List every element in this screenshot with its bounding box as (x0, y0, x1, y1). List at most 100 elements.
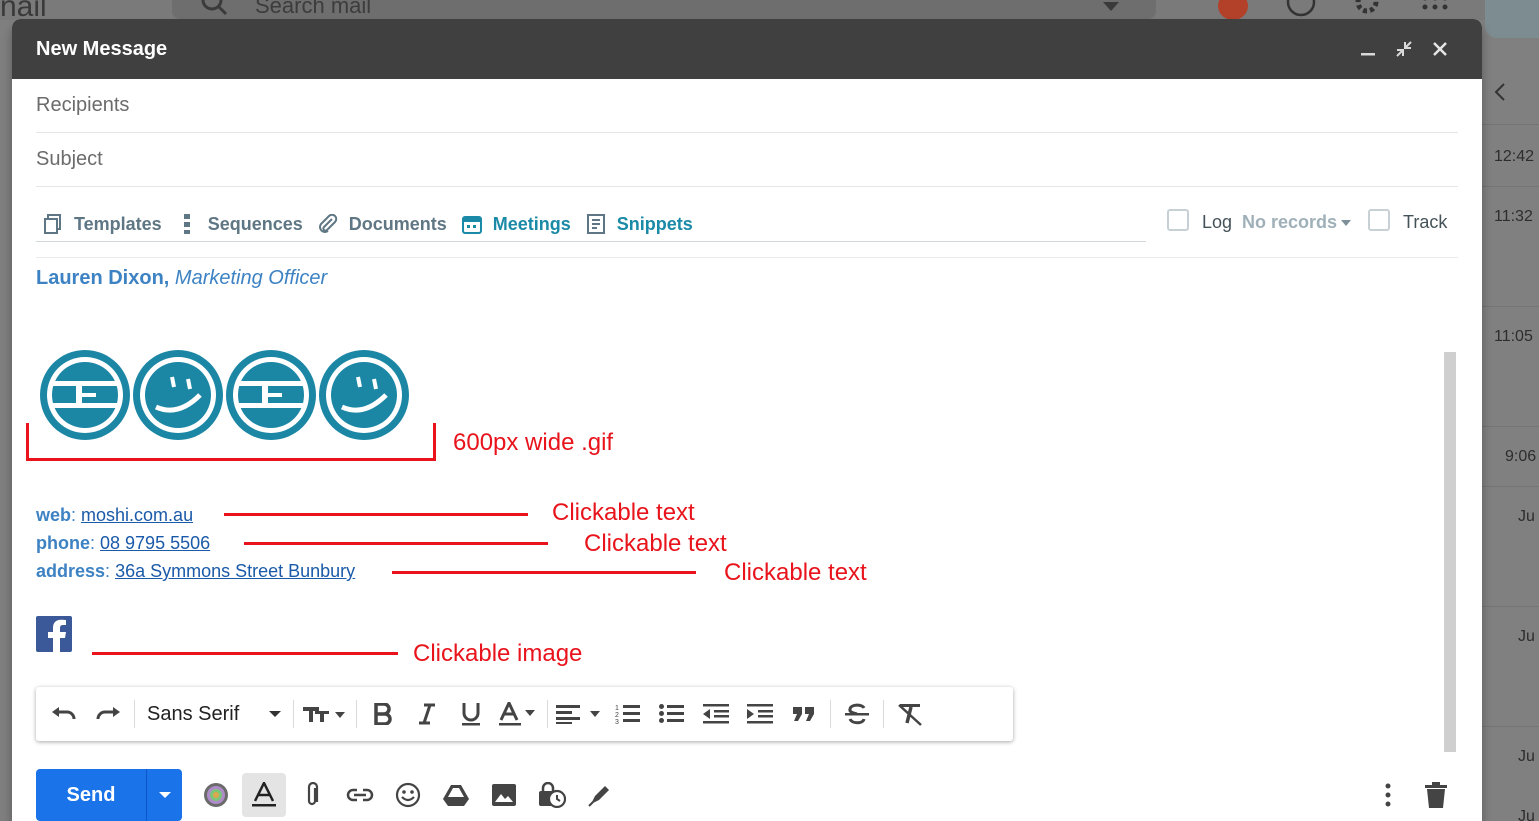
logo-smile-icon (319, 350, 409, 440)
annotation-phone-label: Clickable text (584, 530, 727, 557)
close-icon (1433, 42, 1447, 56)
close-button[interactable] (1422, 31, 1458, 67)
text-format-icon (252, 782, 276, 807)
font-family-select[interactable]: Sans Serif (139, 703, 289, 726)
chevron-down-icon (158, 792, 171, 798)
search-icon[interactable] (200, 0, 228, 18)
annotation-line-address (392, 571, 696, 574)
sequences-label: Sequences (207, 213, 303, 234)
help-icon[interactable] (1286, 0, 1316, 18)
font-size-button[interactable] (298, 694, 352, 734)
minimize-button[interactable] (1350, 31, 1386, 67)
indent-less-icon (703, 704, 729, 724)
text-color-button[interactable] (493, 694, 543, 734)
chevron-down-icon (269, 711, 281, 717)
strikethrough-button[interactable] (835, 694, 879, 734)
numbered-list-button[interactable]: 123 (606, 694, 650, 734)
documents-label: Documents (348, 213, 447, 234)
signature-address-line: address: 36a Symmons Street Bunbury (36, 561, 356, 581)
subject-field[interactable]: Subject (36, 133, 1458, 187)
annotation-bracket-bottom (26, 458, 436, 461)
italic-icon (419, 703, 435, 725)
settings-gear-icon[interactable] (1352, 0, 1382, 18)
phone-link[interactable]: 08 9795 5506 (100, 533, 210, 553)
indent-more-button[interactable] (738, 694, 782, 734)
more-options-button[interactable] (1366, 773, 1410, 817)
insert-emoji-button[interactable] (386, 773, 430, 817)
log-records-dropdown[interactable]: No records (1242, 212, 1337, 233)
text-color-icon (499, 702, 535, 726)
documents-button[interactable]: Documents (317, 213, 447, 235)
mail-time: 9:06 (1505, 448, 1537, 465)
emoji-icon (395, 782, 421, 808)
svg-text:2: 2 (615, 712, 619, 719)
chevron-left-icon[interactable] (1492, 82, 1508, 102)
bold-button[interactable] (361, 694, 405, 734)
link-icon (346, 788, 374, 802)
align-button[interactable] (552, 694, 606, 734)
redo-button[interactable] (86, 694, 130, 734)
web-label: web (36, 505, 72, 525)
track-label: Track (1403, 212, 1448, 232)
svg-text:3: 3 (615, 719, 619, 725)
log-label: Log (1202, 212, 1233, 232)
signature-logo-gif (40, 350, 409, 440)
mail-time: 12:42 (1494, 148, 1535, 165)
recipients-field[interactable]: Recipients (36, 79, 1458, 133)
annotation-bracket-right (433, 423, 436, 461)
insert-drive-button[interactable] (434, 773, 478, 817)
trash-icon (1425, 782, 1447, 808)
paperclip-icon (307, 782, 319, 806)
mail-time: Ju (1518, 808, 1535, 821)
insert-photo-button[interactable] (482, 773, 526, 817)
formatting-toolbar: Sans Serif 123 (36, 687, 1013, 741)
templates-button[interactable]: Templates (42, 213, 162, 235)
underline-button[interactable] (449, 694, 493, 734)
color-palette-button[interactable] (194, 773, 238, 817)
facebook-icon[interactable] (36, 616, 72, 652)
address-link[interactable]: 36a Symmons Street Bunbury (115, 561, 355, 581)
bulleted-list-button[interactable] (650, 694, 694, 734)
apps-grid-icon[interactable] (1420, 0, 1450, 18)
bold-icon (374, 703, 392, 725)
insert-link-button[interactable] (338, 773, 382, 817)
chevron-down-icon[interactable] (1341, 220, 1351, 226)
meetings-button[interactable]: Meetings (461, 213, 571, 235)
compose-window: New Message Recipients Subject Templates… (12, 19, 1482, 821)
templates-icon (42, 213, 64, 235)
compose-header[interactable]: New Message (12, 19, 1482, 79)
align-left-icon (556, 705, 600, 724)
attach-files-button[interactable] (290, 773, 334, 817)
body-scrollbar[interactable] (1444, 352, 1456, 752)
mail-time: 11:05 (1494, 328, 1533, 345)
subject-placeholder: Subject (36, 148, 103, 170)
indent-less-button[interactable] (694, 694, 738, 734)
signature-web-line: web: moshi.com.au (36, 505, 194, 525)
italic-button[interactable] (405, 694, 449, 734)
account-logo[interactable] (1485, 0, 1539, 38)
sequences-icon (176, 213, 198, 235)
send-options-button[interactable] (146, 769, 182, 821)
sequences-button[interactable]: Sequences (176, 213, 303, 235)
signature-phone-line: phone: 08 9795 5506 (36, 533, 211, 553)
logo-smile-icon (133, 350, 223, 440)
remove-formatting-button[interactable] (888, 694, 932, 734)
recipients-placeholder: Recipients (36, 94, 130, 116)
web-link[interactable]: moshi.com.au (81, 505, 193, 525)
confidential-mode-button[interactable] (530, 773, 574, 817)
send-button[interactable]: Send (36, 769, 146, 821)
discard-draft-button[interactable] (1414, 773, 1458, 817)
compose-title: New Message (36, 37, 168, 60)
search-options-caret-icon[interactable] (1103, 2, 1119, 11)
snippets-label: Snippets (616, 213, 693, 234)
log-checkbox[interactable] (1167, 209, 1189, 231)
quote-button[interactable] (782, 694, 826, 734)
exit-fullscreen-button[interactable] (1386, 31, 1422, 67)
annotation-gif-label: 600px wide .gif (453, 429, 614, 456)
meetings-label: Meetings (492, 213, 571, 234)
undo-button[interactable] (42, 694, 86, 734)
insert-signature-button[interactable] (578, 773, 622, 817)
track-checkbox[interactable] (1368, 209, 1390, 231)
formatting-options-button[interactable] (242, 773, 286, 817)
snippets-button[interactable]: Snippets (585, 213, 693, 235)
